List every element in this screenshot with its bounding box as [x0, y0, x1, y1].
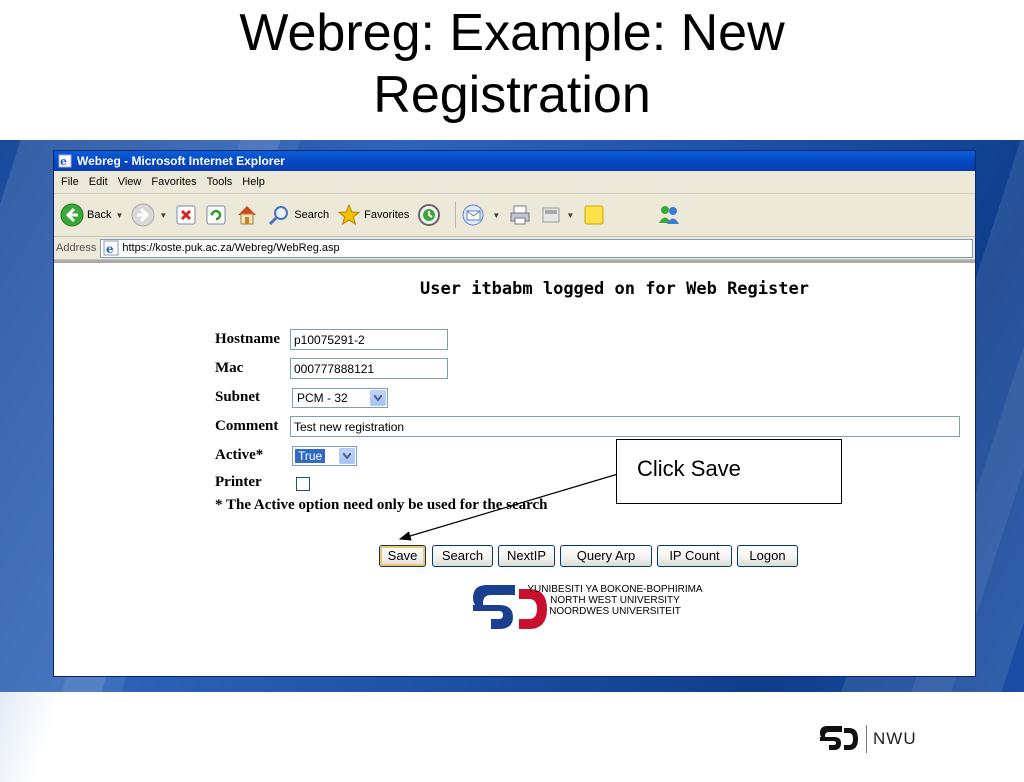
home-button[interactable]: [235, 203, 259, 227]
mail-icon: [462, 204, 484, 226]
logon-button[interactable]: Logon: [737, 545, 798, 567]
svg-text:e: e: [60, 155, 67, 168]
toolbar-separator: [455, 202, 457, 228]
footer-logo: NWU: [818, 724, 917, 754]
university-name-line3: NOORDWES UNIVERSITEIT: [549, 606, 681, 617]
active-note: * The Active option need only be used fo…: [215, 497, 548, 513]
forward-dropdown-icon[interactable]: ▼: [159, 211, 167, 220]
edit-button[interactable]: ▼: [540, 204, 574, 226]
nwu-emblem-icon: [820, 726, 858, 750]
edit-dropdown-icon[interactable]: ▼: [566, 211, 574, 220]
browser-toolbar: Back ▼ ▼ Search Favorites ▼ ▼: [54, 194, 975, 237]
home-icon: [238, 206, 257, 225]
footer-logo-text: NWU: [873, 729, 917, 748]
click-save-callout: Click Save: [616, 439, 842, 504]
address-input[interactable]: e https://koste.puk.ac.za/Webreg/WebReg.…: [100, 238, 973, 258]
back-button[interactable]: Back ▼: [60, 203, 123, 227]
browser-window: e Webreg - Microsoft Internet Explorer F…: [53, 150, 976, 677]
history-icon: [418, 204, 441, 226]
menu-edit[interactable]: Edit: [86, 171, 115, 193]
slide-title-line2: Registration: [373, 66, 651, 124]
comment-label: Comment: [215, 418, 279, 434]
refresh-icon: [206, 205, 226, 225]
mail-button[interactable]: ▼: [462, 203, 500, 227]
address-label: Address: [56, 242, 97, 254]
messenger-icon: [659, 206, 680, 224]
menu-help[interactable]: Help: [239, 171, 272, 193]
printer-icon: [510, 205, 530, 225]
university-name: YUNIBESITI YA BOKONE-BOPHIRIMA NORTH WES…: [517, 584, 713, 617]
active-dropdown-icon[interactable]: [339, 448, 355, 464]
back-arrow-icon: [60, 203, 84, 227]
hostname-input[interactable]: p10075291-2: [290, 329, 448, 350]
subnet-dropdown-icon[interactable]: [370, 390, 386, 406]
menu-bar: File Edit View Favorites Tools Help: [54, 171, 975, 194]
menu-tools[interactable]: Tools: [204, 171, 240, 193]
printer-checkbox[interactable]: [296, 477, 310, 491]
refresh-button[interactable]: [205, 204, 227, 226]
search-button[interactable]: Search: [432, 545, 493, 567]
active-value: True: [295, 449, 326, 463]
decorative-streak: [0, 692, 65, 782]
page-heading: User itbabm logged on for Web Register: [420, 279, 809, 299]
favorites-label: Favorites: [364, 209, 410, 221]
stop-button[interactable]: [175, 204, 197, 226]
ie-page-icon: e: [58, 154, 72, 168]
address-bar: Address e https://koste.puk.ac.za/Webreg…: [54, 237, 975, 260]
mail-dropdown-icon[interactable]: ▼: [492, 211, 500, 220]
mac-label: Mac: [215, 360, 244, 376]
nextip-button[interactable]: NextIP: [498, 545, 555, 567]
back-label: Back: [87, 209, 112, 221]
search-button[interactable]: Search: [267, 203, 329, 227]
svg-text:e: e: [106, 242, 114, 256]
save-button[interactable]: Save: [379, 545, 426, 567]
print-button[interactable]: [508, 203, 532, 227]
slide-title-line1: Webreg: Example: New: [239, 4, 785, 62]
query-arp-button[interactable]: Query Arp: [560, 545, 652, 567]
star-icon: [337, 203, 361, 226]
slide-title: Webreg: Example: New Registration: [0, 2, 1024, 126]
forward-button[interactable]: ▼: [131, 203, 167, 227]
stop-icon: [176, 205, 196, 225]
forward-arrow-icon: [131, 203, 155, 227]
favorites-button[interactable]: Favorites: [337, 203, 409, 227]
messenger-button[interactable]: [656, 203, 682, 227]
menu-view[interactable]: View: [115, 171, 149, 193]
active-label: Active*: [215, 447, 264, 463]
comment-input[interactable]: Test new registration: [290, 416, 960, 437]
hostname-label: Hostname: [215, 331, 280, 347]
search-icon: [269, 206, 289, 226]
search-label: Search: [294, 209, 330, 221]
mac-input[interactable]: 000777888121: [290, 358, 448, 379]
subnet-select[interactable]: PCM - 32: [292, 388, 388, 408]
university-logo: YUNIBESITI YA BOKONE-BOPHIRIMA NORTH WES…: [469, 581, 729, 639]
history-button[interactable]: [417, 203, 441, 227]
printer-label: Printer: [215, 474, 262, 490]
university-name-line1: YUNIBESITI YA BOKONE-BOPHIRIMA: [527, 584, 703, 595]
edit-page-icon: [542, 207, 560, 223]
address-url: https://koste.puk.ac.za/Webreg/WebReg.as…: [122, 242, 340, 254]
subnet-label: Subnet: [215, 389, 261, 405]
window-title: Webreg - Microsoft Internet Explorer: [77, 154, 285, 168]
menu-favorites[interactable]: Favorites: [148, 171, 203, 193]
window-titlebar[interactable]: e Webreg - Microsoft Internet Explorer: [54, 151, 975, 171]
back-dropdown-icon[interactable]: ▼: [115, 211, 123, 220]
university-name-line2: NORTH WEST UNIVERSITY: [550, 595, 680, 606]
note-icon: [584, 205, 604, 225]
ip-count-button[interactable]: IP Count: [657, 545, 732, 567]
ie-page-icon: e: [103, 240, 119, 256]
subnet-value: PCM - 32: [297, 391, 348, 405]
menu-file[interactable]: File: [58, 171, 86, 193]
footer-logo-divider: [866, 725, 867, 753]
active-select[interactable]: True: [292, 446, 357, 466]
discuss-button[interactable]: [582, 203, 606, 227]
